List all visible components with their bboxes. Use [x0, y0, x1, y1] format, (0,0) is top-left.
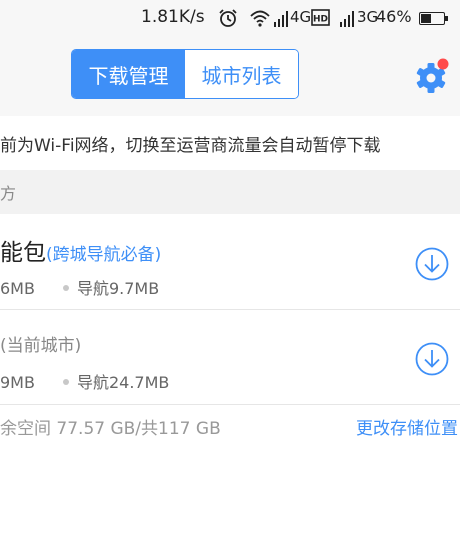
item-tag: (跨城导航必备): [46, 245, 162, 265]
tab-download-manager[interactable]: 下载管理: [72, 50, 185, 98]
separator-dot: [62, 285, 69, 291]
change-storage-link[interactable]: 更改存储位置: [356, 414, 458, 439]
storage-footer: 余空间 77.57 GB/共117 GB 更改存储位置: [0, 406, 460, 446]
item-title: (当前城市): [0, 336, 82, 356]
gear-icon[interactable]: [414, 58, 450, 94]
battery-percent: 46%: [376, 7, 412, 26]
separator-dot: [62, 379, 69, 385]
signal-icon: [340, 11, 354, 27]
network-notice: 前为Wi-Fi网络，切换至运营商流量会自动暂停下载: [0, 135, 381, 156]
notification-badge: [437, 58, 449, 70]
wifi-icon: [250, 10, 270, 27]
hd-icon: HD: [311, 9, 330, 26]
list-item[interactable]: (当前城市) 9MB 导航24.7MB: [0, 311, 460, 405]
segmented-control: 下载管理 城市列表: [71, 49, 299, 99]
section-header: 方: [0, 170, 460, 214]
header: 下载管理 城市列表: [0, 36, 460, 116]
item-nav-size: 导航24.7MB: [76, 373, 170, 392]
storage-info: 余空间 77.57 GB/共117 GB: [0, 419, 221, 439]
list-item[interactable]: 能包(跨城导航必备) 6MB 导航9.7MB: [0, 215, 460, 310]
signal-icon: [274, 11, 288, 27]
network-speed: 1.81K/s: [141, 7, 205, 27]
tab-city-list[interactable]: 城市列表: [185, 50, 298, 98]
download-icon[interactable]: [414, 246, 450, 282]
download-icon[interactable]: [414, 341, 450, 377]
alarm-icon: [219, 9, 237, 27]
item-size: 9MB: [0, 373, 35, 392]
svg-text:HD: HD: [313, 15, 328, 25]
network-type-3g: 3G: [357, 8, 379, 26]
item-title: 能包: [0, 240, 46, 266]
status-bar: 1.81K/s 4G HD 3G 46%: [0, 0, 460, 36]
item-size: 6MB: [0, 279, 35, 298]
network-type-4g: 4G: [290, 8, 312, 26]
battery-icon: [419, 12, 448, 25]
item-nav-size: 导航9.7MB: [76, 279, 160, 298]
